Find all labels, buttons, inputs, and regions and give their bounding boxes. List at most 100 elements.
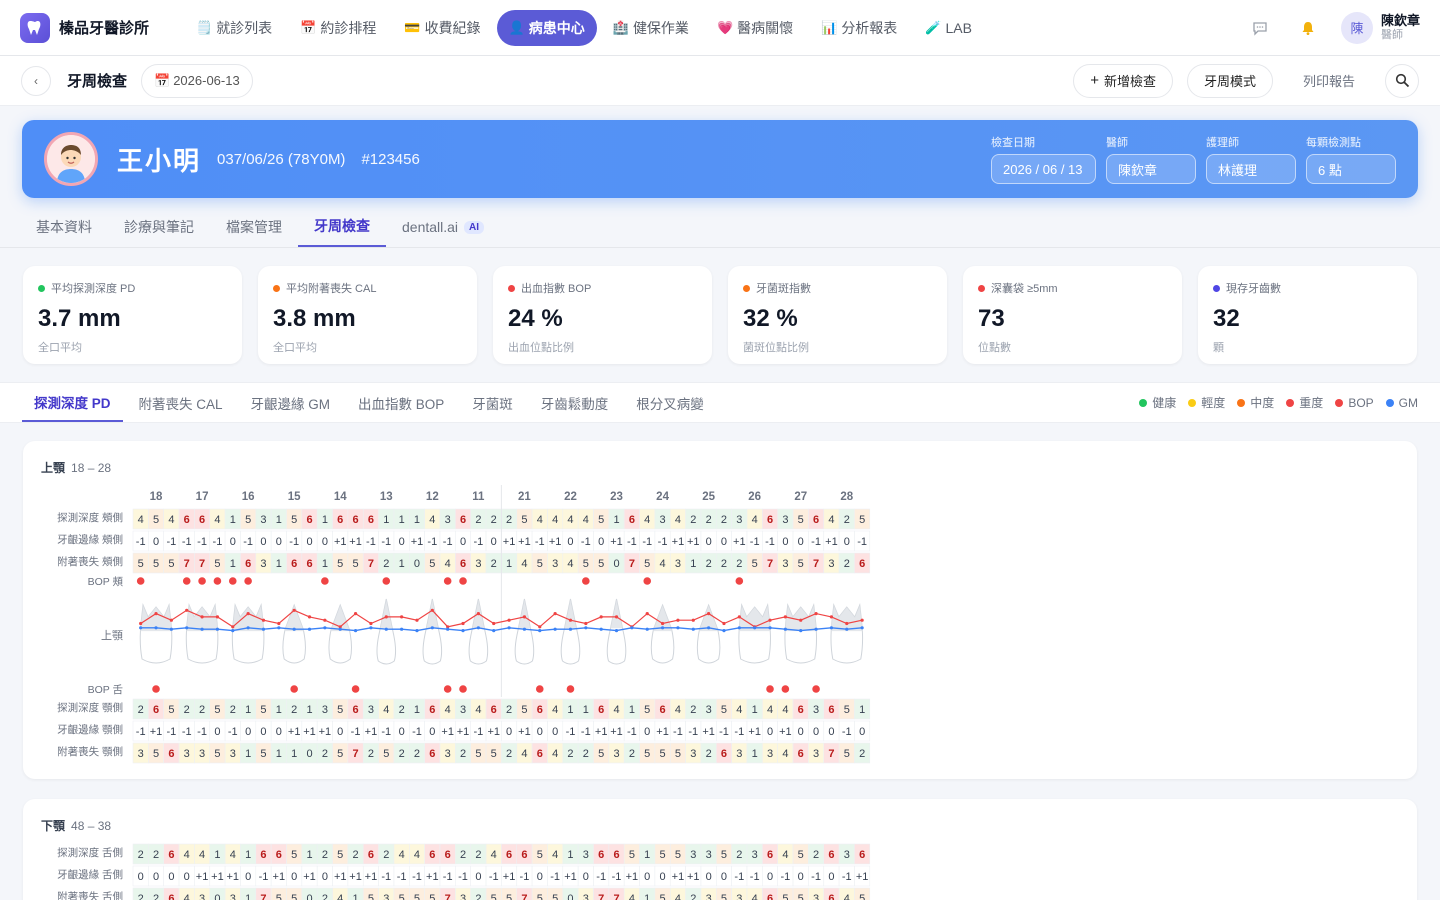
chart-cell-value: 2	[844, 514, 850, 526]
metric-tab-3[interactable]: 出血指數 BOP	[346, 383, 456, 422]
exam-field-input[interactable]: 2026 / 06 / 13	[991, 154, 1096, 184]
metric-tab-6[interactable]: 根分叉病變	[624, 383, 716, 422]
tooth-number[interactable]: 22	[564, 491, 577, 503]
chat-icon[interactable]	[1243, 11, 1277, 45]
tooth-number[interactable]: 18	[150, 491, 163, 503]
chart-cell-value: 4	[491, 849, 497, 861]
back-button[interactable]: ‹	[21, 65, 51, 96]
tooth-number[interactable]: 14	[334, 491, 347, 503]
tab-0[interactable]: 基本資料	[20, 207, 108, 247]
bop-dot[interactable]	[766, 685, 774, 693]
tooth-number[interactable]: 12	[426, 491, 439, 503]
chart-cell-value: 5	[291, 893, 297, 900]
metric-tab-4[interactable]: 牙菌斑	[460, 383, 525, 422]
chart-cell-value: -1	[719, 726, 729, 738]
row-label: 探測深度 顎側	[57, 701, 123, 714]
bop-dot[interactable]	[643, 577, 652, 585]
tooth-number[interactable]: 11	[472, 491, 485, 503]
brand[interactable]: 榛品牙醫診所	[20, 12, 180, 43]
chart-cell-value: 5	[521, 704, 527, 716]
tab-3[interactable]: 牙周檢查	[298, 207, 386, 247]
top-navbar: 榛品牙醫診所 🗒️ 就診列表 📅 約診排程 💳 收費紀錄 👤 病患中心 🏥 健保作業 💗 醫病關懷 📊 分…	[0, 0, 1440, 56]
tooth-number[interactable]: 16	[242, 491, 255, 503]
chart-cell-value: 6	[429, 748, 435, 760]
chart-cell-value: 5	[153, 514, 159, 526]
tooth-number[interactable]: 13	[380, 491, 393, 503]
bop-dot[interactable]	[198, 577, 206, 585]
bop-dot[interactable]	[459, 685, 467, 693]
chart-cell-value: 5	[798, 514, 804, 526]
bop-dot[interactable]	[735, 577, 744, 585]
nav-item-0[interactable]: 🗒️ 就診列表	[184, 10, 284, 46]
bop-dot[interactable]	[152, 685, 160, 693]
tab-2[interactable]: 檔案管理	[210, 207, 298, 247]
legend-label: 中度	[1250, 396, 1275, 410]
exam-date-chip[interactable]: 📅 2026-06-13	[141, 63, 253, 98]
metric-tab-2[interactable]: 牙齦邊緣 GM	[239, 383, 343, 422]
tooth-number[interactable]: 17	[196, 491, 209, 503]
tooth-number[interactable]: 26	[748, 491, 761, 503]
bop-dot[interactable]	[459, 577, 467, 585]
nav-item-1[interactable]: 📅 約診排程	[288, 10, 388, 46]
chart-cell-value: -1	[197, 536, 207, 548]
chart-cell-value: 3	[782, 558, 788, 570]
bop-dot[interactable]	[228, 577, 237, 585]
metric-tab-0[interactable]: 探測深度 PD	[22, 383, 123, 422]
perio-mode-button[interactable]: 牙周模式	[1186, 63, 1273, 98]
bop-dot[interactable]	[535, 685, 544, 693]
bop-dot[interactable]	[582, 577, 590, 585]
chart-cell-value: 4	[445, 704, 451, 716]
chart-cell-value: 6	[306, 558, 312, 570]
bop-dot[interactable]	[781, 685, 790, 693]
tooth-number[interactable]: 24	[656, 491, 669, 503]
chart-cell-value: 5	[475, 748, 481, 760]
bop-dot[interactable]	[351, 685, 360, 693]
nav-item-6[interactable]: 📊 分析報表	[809, 10, 909, 46]
chart-cell-value: 0	[598, 536, 604, 548]
nav-item-7[interactable]: 🧪 LAB	[913, 10, 984, 46]
chart-cell-value: 6	[813, 514, 819, 526]
avatar[interactable]: 陳	[1340, 11, 1373, 44]
nav-item-2[interactable]: 💳 收費紀錄	[392, 10, 492, 46]
search-button[interactable]	[1385, 63, 1419, 98]
bop-dot[interactable]	[443, 577, 452, 585]
print-report-button[interactable]: 列印報告	[1286, 63, 1371, 98]
bop-dot[interactable]	[382, 577, 391, 585]
nav-item-5[interactable]: 💗 醫病關懷	[705, 10, 805, 46]
bop-dot[interactable]	[213, 577, 222, 585]
stat-label: 牙菌斑指數	[743, 280, 932, 296]
exam-field-input[interactable]: 陳欽章	[1106, 154, 1196, 184]
bop-dot[interactable]	[812, 685, 820, 693]
gm-point	[446, 627, 450, 631]
bop-dot[interactable]	[182, 577, 191, 585]
tab-4[interactable]: dentall.ai AI	[386, 207, 500, 247]
exam-field-input[interactable]: 6 點	[1306, 154, 1396, 184]
tooth-number[interactable]: 27	[794, 491, 807, 503]
nav-item-3[interactable]: 👤 病患中心	[496, 9, 597, 46]
add-exam-button[interactable]: + 新增檢查	[1073, 63, 1173, 98]
nav-label: 收費紀錄	[424, 19, 481, 36]
chart-cell-value: -1	[243, 536, 253, 548]
tab-1[interactable]: 診療與筆記	[108, 207, 210, 247]
chart-cell-value: 1	[245, 893, 251, 900]
exam-field-input[interactable]: 林護理	[1206, 154, 1296, 184]
tooth-number[interactable]: 25	[702, 491, 715, 503]
metric-tab-5[interactable]: 牙齒鬆動度	[529, 383, 621, 422]
bop-dot[interactable]	[443, 685, 452, 693]
metric-tab-1[interactable]: 附著喪失 CAL	[127, 383, 235, 422]
bop-dot[interactable]	[136, 577, 145, 585]
bop-dot[interactable]	[566, 685, 575, 693]
tooth-number[interactable]: 23	[610, 491, 623, 503]
tooth-number[interactable]: 15	[288, 491, 301, 503]
bop-dot[interactable]	[290, 685, 298, 693]
bell-icon[interactable]	[1291, 11, 1325, 45]
exam-field: 檢查日期 2026 / 06 / 13	[991, 134, 1096, 184]
chart-cell-value: 5	[644, 704, 650, 716]
tooth-number[interactable]: 21	[518, 491, 531, 503]
nav-item-4[interactable]: 🏥 健保作業	[601, 10, 701, 46]
bop-dot[interactable]	[244, 577, 252, 585]
stat-label-text: 現存牙齒數	[1226, 283, 1281, 295]
bop-dot[interactable]	[321, 577, 329, 585]
tooth-number[interactable]: 28	[840, 491, 853, 503]
chart-cell-value: 0	[660, 871, 666, 883]
